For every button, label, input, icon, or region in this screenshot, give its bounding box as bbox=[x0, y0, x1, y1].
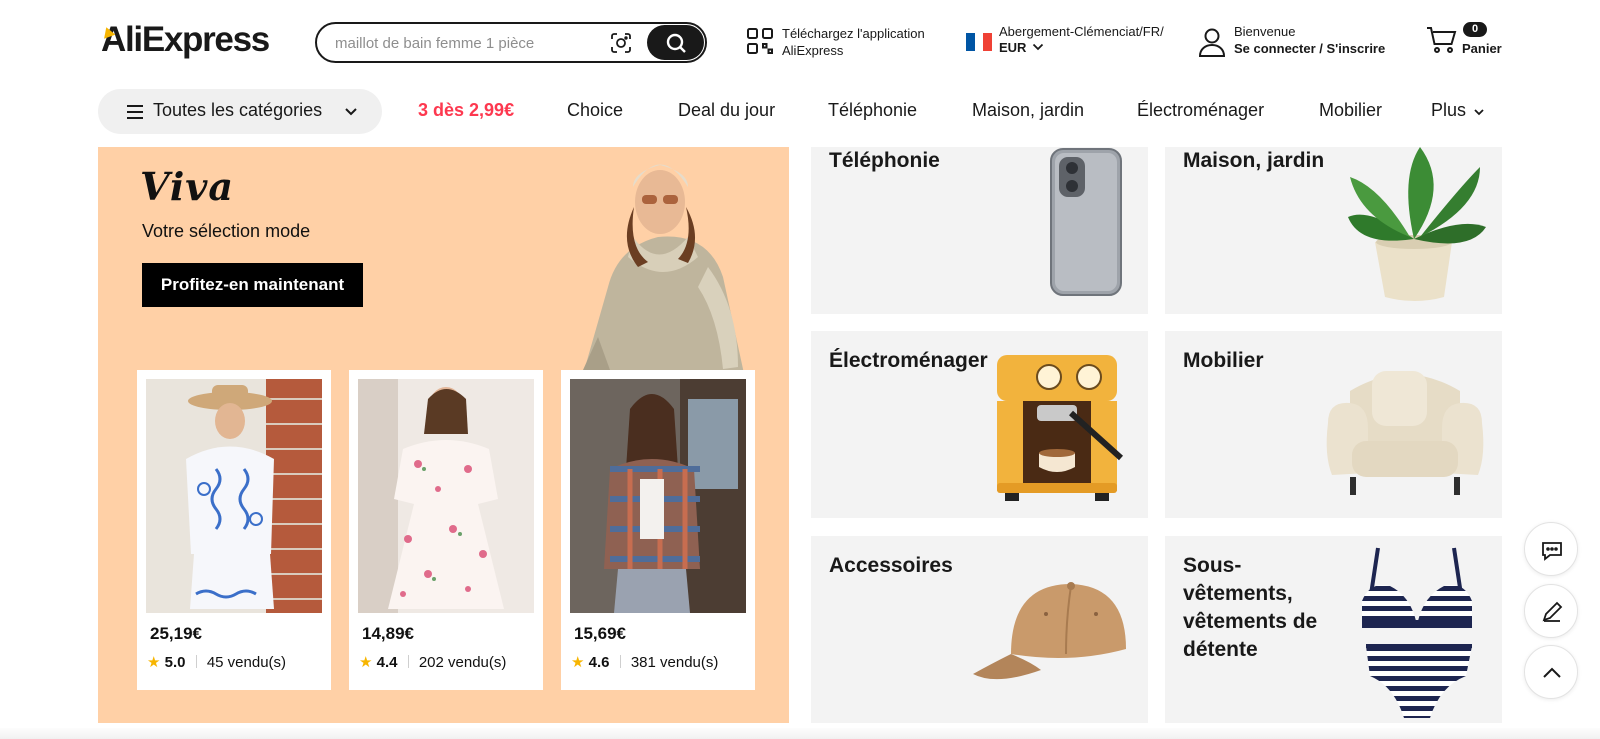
user-icon bbox=[1198, 28, 1226, 57]
divider bbox=[407, 655, 409, 668]
smartphone-image bbox=[1050, 148, 1122, 296]
nav-link-mobilier[interactable]: Mobilier bbox=[1319, 100, 1382, 121]
chevron-down-icon bbox=[345, 108, 357, 116]
category-name: Téléphonie bbox=[829, 149, 940, 172]
search-button[interactable] bbox=[647, 25, 704, 60]
chevron-down-icon bbox=[1474, 109, 1484, 116]
product-rating: ★ 4.6 381 vendu(s) bbox=[571, 653, 718, 671]
page-bottom-edge bbox=[0, 728, 1600, 739]
category-name: Accessoires bbox=[829, 554, 953, 577]
category-nav: Toutes les catégories 3 dès 2,99€ Choice… bbox=[0, 88, 1600, 134]
product-card[interactable]: 14,89€ ★ 4.4 202 vendu(s) bbox=[349, 370, 543, 690]
category-card-sous-vetements[interactable]: Sous-vêtements, vêtements de détente bbox=[1165, 536, 1502, 723]
all-categories-label: Toutes les catégories bbox=[153, 100, 323, 120]
lingerie-image bbox=[1362, 547, 1472, 718]
all-categories-button[interactable]: Toutes les catégories bbox=[98, 89, 382, 134]
currency-label: EUR bbox=[999, 40, 1027, 55]
category-name: Mobilier bbox=[1183, 349, 1264, 372]
cap-image bbox=[973, 582, 1126, 680]
product-image bbox=[358, 379, 534, 613]
divider bbox=[195, 655, 197, 668]
category-card-mobilier[interactable]: Mobilier bbox=[1165, 331, 1502, 518]
nav-link-maison-jardin[interactable]: Maison, jardin bbox=[972, 100, 1084, 121]
product-price: 14,89€ bbox=[362, 624, 414, 643]
chevron-up-icon bbox=[1543, 667, 1561, 678]
divider bbox=[619, 655, 621, 668]
category-card-telephonie[interactable]: Téléphonie bbox=[811, 147, 1148, 314]
product-image bbox=[146, 379, 322, 613]
product-price: 15,69€ bbox=[574, 624, 626, 643]
nav-link-choice[interactable]: Choice bbox=[567, 100, 623, 121]
rating-score: 4.6 bbox=[588, 654, 610, 671]
plant-image bbox=[1348, 147, 1486, 301]
search-input[interactable] bbox=[335, 32, 585, 54]
category-name: Maison, jardin bbox=[1183, 149, 1325, 172]
category-name: Sous-vêtements, vêtements de détente bbox=[1183, 554, 1318, 661]
edit-icon bbox=[1542, 601, 1563, 622]
cart-count-badge: 0 bbox=[1463, 22, 1487, 37]
france-flag-icon bbox=[966, 33, 993, 51]
signin-register-link[interactable]: Se connecter / S'inscrire bbox=[1234, 41, 1385, 56]
coffee-machine-image bbox=[997, 355, 1124, 501]
category-card-maison-jardin[interactable]: Maison, jardin bbox=[1165, 147, 1502, 314]
nav-link-promo[interactable]: 3 dès 2,99€ bbox=[418, 100, 514, 121]
chat-button[interactable] bbox=[1524, 522, 1578, 576]
search-bar bbox=[315, 22, 707, 63]
feedback-button[interactable] bbox=[1524, 584, 1578, 638]
star-icon: ★ bbox=[147, 654, 161, 671]
sold-count: 381 vendu(s) bbox=[630, 654, 719, 671]
product-rating: ★ 5.0 45 vendu(s) bbox=[147, 653, 286, 671]
armchair-image bbox=[1326, 371, 1484, 495]
aliexpress-logo[interactable]: AliExpress bbox=[101, 20, 270, 60]
viva-banner[interactable]: Viva Votre sélection mode Profitez-en ma… bbox=[98, 147, 789, 723]
star-icon: ★ bbox=[571, 654, 585, 671]
cart-label: Panier bbox=[1462, 41, 1502, 56]
nav-link-electromenager[interactable]: Électroménager bbox=[1137, 100, 1264, 121]
banner-subtitle: Votre sélection mode bbox=[142, 221, 311, 241]
qr-code-icon bbox=[747, 28, 773, 54]
sold-count: 202 vendu(s) bbox=[418, 654, 507, 671]
fashion-model-image bbox=[573, 164, 748, 392]
app-download-line2: AliExpress bbox=[782, 43, 844, 58]
nav-link-deal-du-jour[interactable]: Deal du jour bbox=[678, 100, 775, 121]
region-location: Abergement-Clémenciat/FR/ bbox=[999, 24, 1164, 39]
banner-cta-button[interactable]: Profitez-en maintenant bbox=[142, 263, 363, 307]
product-rating: ★ 4.4 202 vendu(s) bbox=[359, 653, 506, 671]
nav-link-plus-label: Plus bbox=[1431, 100, 1467, 120]
chevron-down-icon bbox=[1032, 43, 1044, 51]
product-price: 25,19€ bbox=[150, 624, 202, 643]
nav-link-plus[interactable]: Plus bbox=[1431, 100, 1485, 121]
category-card-electromenager[interactable]: Électroménager bbox=[811, 331, 1148, 518]
rating-score: 4.4 bbox=[376, 654, 398, 671]
product-card[interactable]: 25,19€ ★ 5.0 45 vendu(s) bbox=[137, 370, 331, 690]
cart-icon bbox=[1427, 27, 1457, 53]
rating-score: 5.0 bbox=[164, 654, 186, 671]
cart-button[interactable]: 0 Panier bbox=[1424, 20, 1504, 60]
menu-icon bbox=[127, 105, 143, 119]
category-card-accessoires[interactable]: Accessoires bbox=[811, 536, 1148, 723]
image-search-icon[interactable] bbox=[609, 31, 633, 55]
back-to-top-button[interactable] bbox=[1524, 645, 1578, 699]
product-card[interactable]: 15,69€ ★ 4.6 381 vendu(s) bbox=[561, 370, 755, 690]
search-icon bbox=[666, 33, 686, 53]
banner-title: Viva bbox=[140, 164, 234, 209]
chat-icon bbox=[1542, 542, 1562, 561]
sold-count: 45 vendu(s) bbox=[206, 654, 287, 671]
app-download-line1: Téléchargez l'application bbox=[782, 26, 925, 41]
header: AliExpress Téléchargez l'application Ali… bbox=[0, 0, 1600, 84]
star-icon: ★ bbox=[359, 654, 373, 671]
nav-link-telephonie[interactable]: Téléphonie bbox=[828, 100, 917, 121]
account-greeting: Bienvenue bbox=[1234, 24, 1296, 39]
product-image bbox=[570, 379, 746, 613]
category-name: Électroménager bbox=[829, 349, 988, 372]
